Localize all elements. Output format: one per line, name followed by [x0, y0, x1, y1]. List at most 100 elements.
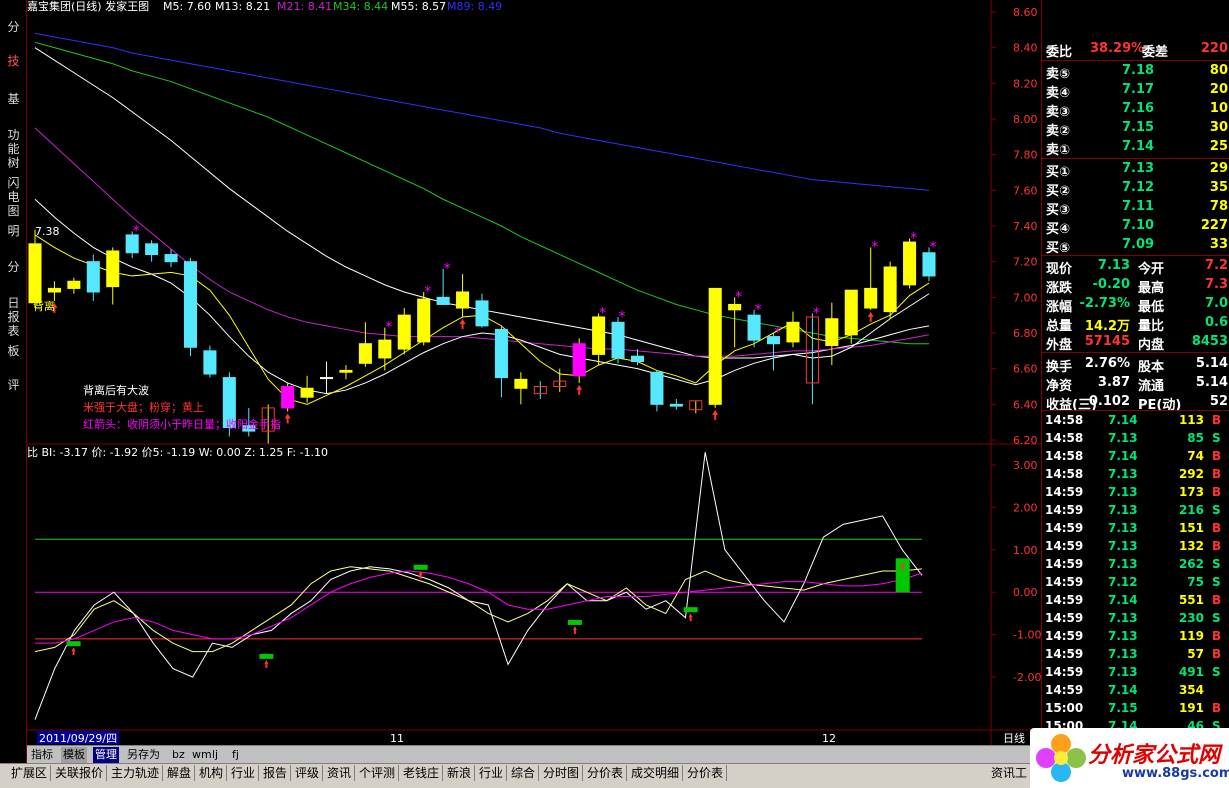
left-tab-2[interactable]: 基	[3, 92, 24, 106]
tick-volume: 119	[1178, 629, 1204, 643]
stat-value: -0.20	[1092, 277, 1130, 292]
tick-row: 14:58 7.13 85 S	[1042, 430, 1229, 448]
tick-side: B	[1212, 521, 1222, 535]
function-button-10[interactable]: 老钱庄	[400, 765, 444, 781]
function-button-9[interactable]: 个评测	[356, 765, 400, 781]
function-button-11[interactable]: 新浪	[444, 765, 476, 781]
buy-label: 买②	[1046, 184, 1071, 199]
indicator-tab-4[interactable]: bz	[170, 747, 187, 763]
stat-label: 净资	[1046, 379, 1073, 394]
indicator-tab-1[interactable]: 模板	[61, 747, 87, 763]
stat-value: -2.73%	[1079, 296, 1131, 311]
panel-separator	[1042, 410, 1229, 411]
left-tab-6[interactable]: 分	[3, 260, 24, 274]
indicator-bar	[413, 564, 428, 570]
tick-volume: 491	[1178, 665, 1204, 679]
left-tab-1[interactable]: 技	[3, 54, 24, 68]
candle	[339, 365, 353, 380]
candle-body	[164, 254, 178, 263]
logo-url: www.88gs.com	[1122, 766, 1229, 781]
tick-time: 14:59	[1045, 503, 1084, 517]
candle-body	[864, 287, 878, 309]
function-button-14[interactable]: 分时图	[540, 765, 584, 781]
tick-price: 7.13	[1108, 503, 1138, 517]
stat-value: 52	[1209, 394, 1228, 409]
function-button-3[interactable]: 解盘	[164, 765, 196, 781]
function-button-15[interactable]: 分价表	[584, 765, 628, 781]
tick-time: 15:00	[1045, 701, 1084, 715]
legend-line-3: 红箭头：收阴须小于昨日量；收阳金手指	[83, 417, 281, 431]
stat-row: 现价 7.13 今开 7.2	[1042, 257, 1229, 277]
indicator-tab-7[interactable]: fj	[230, 747, 241, 763]
tick-time: 14:58	[1045, 413, 1084, 427]
indicator-tab-0[interactable]: 指标	[29, 747, 55, 763]
star-marker: *	[385, 320, 392, 336]
function-button-17[interactable]: 分价表	[684, 765, 728, 781]
function-button-5[interactable]: 行业	[228, 765, 260, 781]
weibi-label: 委比	[1046, 45, 1073, 60]
candle	[825, 302, 839, 366]
candle	[533, 381, 547, 399]
function-button-13[interactable]: 综合	[508, 765, 540, 781]
sell-label: 卖①	[1046, 143, 1071, 158]
tick-price: 7.13	[1108, 431, 1138, 445]
tick-volume: 85	[1187, 431, 1204, 445]
function-button-7[interactable]: 评级	[292, 765, 324, 781]
function-button-4[interactable]: 机构	[196, 765, 228, 781]
buy-row: 买③ 7.11 78	[1042, 198, 1229, 218]
function-button-16[interactable]: 成交明细	[628, 765, 684, 781]
star-marker: *	[619, 309, 626, 325]
legend-line-1: 背离后有大波	[83, 383, 149, 397]
stat-label: 总量	[1046, 319, 1073, 334]
left-tab-9[interactable]: 评	[3, 378, 24, 392]
star-marker: *	[930, 239, 937, 255]
site-logo: 分析家公式网 www.88gs.com	[1030, 728, 1229, 788]
function-button-8[interactable]: 资讯	[324, 765, 356, 781]
indicator-tab-3[interactable]: 另存为	[125, 747, 162, 763]
function-button-1[interactable]: 关联报价	[52, 765, 108, 781]
sell-price: 7.18	[1122, 63, 1155, 78]
tick-row: 14:58 7.13 292 B	[1042, 466, 1229, 484]
left-tab-3[interactable]: 功能树	[3, 128, 24, 170]
sell-price: 7.17	[1122, 82, 1155, 97]
tick-volume: 230	[1178, 611, 1204, 625]
tick-price: 7.13	[1108, 485, 1138, 499]
indicator-tab-6[interactable]: lj	[210, 747, 220, 763]
star-marker: *	[910, 230, 917, 246]
news-button[interactable]: 资讯工	[988, 765, 1032, 781]
stat-row: 总量 14.2万 量比 0.6	[1042, 314, 1229, 334]
candle-body	[883, 266, 897, 313]
left-tab-5[interactable]: 明	[3, 224, 24, 238]
indicator-line	[34, 452, 923, 720]
candle	[572, 338, 586, 383]
arrow-marker	[867, 311, 874, 322]
stat-label: 今开	[1138, 262, 1165, 277]
function-button-0[interactable]: 扩展区	[8, 765, 52, 781]
left-tab-0[interactable]: 分	[3, 20, 24, 34]
candle	[475, 293, 489, 328]
buy-price: 7.12	[1122, 180, 1155, 195]
indicator-tab-2[interactable]: 管理	[93, 747, 119, 763]
stat-value: 7.0	[1204, 296, 1228, 311]
tick-price: 7.14	[1108, 683, 1138, 697]
panel-separator	[1042, 158, 1229, 159]
tick-row: 14:59 7.13 216 S	[1042, 502, 1229, 520]
tick-price: 7.13	[1108, 467, 1138, 481]
arrow-marker	[284, 413, 291, 424]
left-tab-8[interactable]: 板	[3, 344, 24, 358]
stat-label: 流通	[1138, 379, 1165, 394]
candle	[319, 361, 334, 394]
tick-time: 14:59	[1045, 683, 1084, 697]
tick-price: 7.15	[1108, 701, 1138, 715]
function-button-12[interactable]: 行业	[476, 765, 508, 781]
function-button-2[interactable]: 主力轨迹	[108, 765, 164, 781]
logo-text: 分析家公式网	[1088, 743, 1221, 768]
stat-value: 2.76%	[1084, 356, 1130, 371]
candle-body	[183, 261, 198, 348]
function-button-6[interactable]: 报告	[260, 765, 292, 781]
left-tab-7[interactable]: 日报表	[3, 296, 24, 338]
left-tab-4[interactable]: 闪电图	[3, 176, 24, 218]
indicator-arrow	[572, 625, 577, 634]
candle	[281, 382, 295, 412]
sell-row: 卖⑤ 7.18 80	[1042, 62, 1229, 82]
